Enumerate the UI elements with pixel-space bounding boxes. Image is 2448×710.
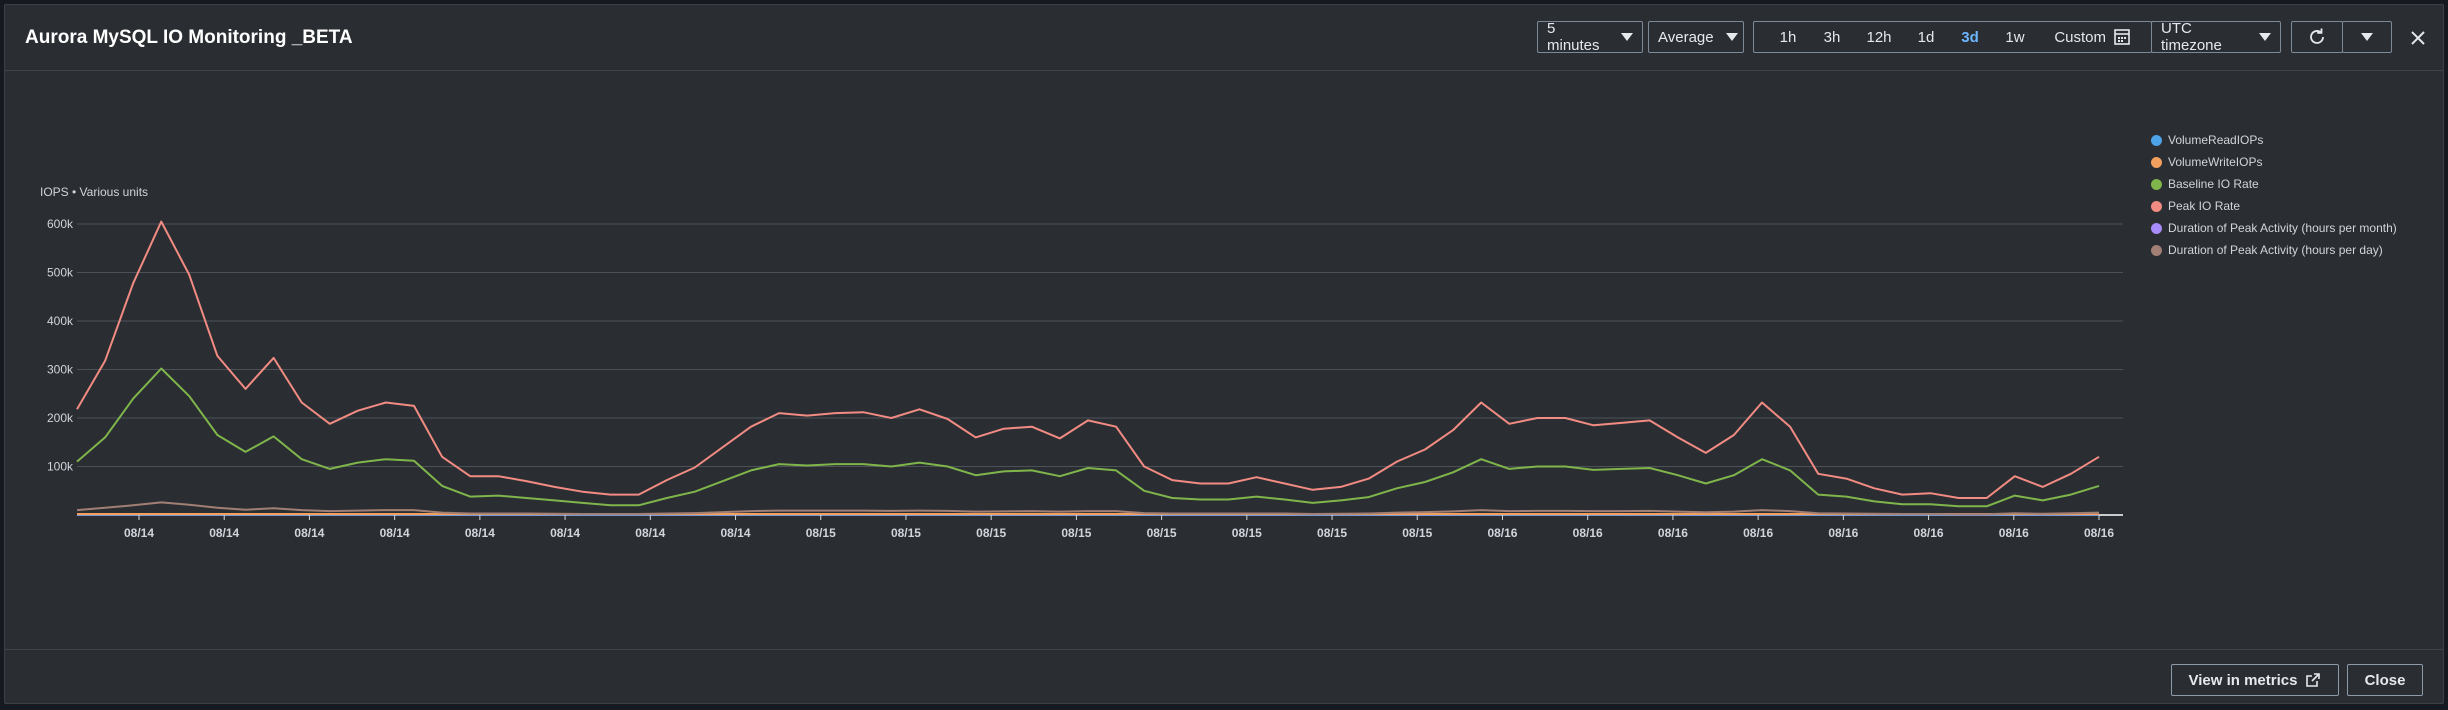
- view-in-metrics-button[interactable]: View in metrics: [2171, 664, 2339, 696]
- legend-swatch: [2151, 200, 2162, 212]
- legend-label: VolumeWriteIOPs: [2168, 155, 2263, 169]
- metrics-modal: Aurora MySQL IO Monitoring _BETA 5 minut…: [4, 4, 2444, 704]
- y-tick-label: 100k: [47, 460, 74, 474]
- refresh-options-button[interactable]: [2342, 21, 2392, 53]
- y-tick-label: 400k: [47, 314, 74, 328]
- legend-item[interactable]: Baseline IO Rate: [2151, 173, 2397, 195]
- x-tick-label: 08/15: [1061, 526, 1091, 540]
- close-button[interactable]: Close: [2347, 664, 2423, 696]
- x-tick-label: 08/16: [2084, 526, 2114, 540]
- x-tick-label: 08/14: [380, 526, 410, 540]
- x-tick-label: 08/14: [550, 526, 580, 540]
- calendar-icon[interactable]: [2112, 28, 2132, 46]
- legend-label: Duration of Peak Activity (hours per mon…: [2168, 221, 2397, 235]
- y-axis-label: IOPS • Various units: [40, 185, 148, 199]
- chevron-down-icon: [1621, 33, 1633, 41]
- series-line-duration-of-peak-activity-hours-per-day-[interactable]: [76, 501, 2100, 516]
- series-line-peak-io-rate[interactable]: [76, 220, 2100, 499]
- x-tick-label: 08/15: [1402, 526, 1432, 540]
- period-select[interactable]: 5 minutes: [1537, 20, 1643, 54]
- refresh-icon: [2310, 28, 2324, 44]
- range-1h[interactable]: 1h: [1766, 29, 1810, 46]
- timezone-value: UTC timezone: [2161, 20, 2222, 54]
- x-tick-label: 08/16: [1487, 526, 1517, 540]
- legend-label: Peak IO Rate: [2168, 199, 2241, 213]
- x-tick-label: 08/15: [1317, 526, 1347, 540]
- time-range-selector: 1h 3h 12h 1d 3d 1w Custom: [1753, 21, 2152, 53]
- refresh-button[interactable]: [2291, 21, 2343, 53]
- x-tick-label: 08/15: [806, 526, 836, 540]
- x-tick-label: 08/15: [976, 526, 1006, 540]
- x-tick-label: 08/16: [1658, 526, 1688, 540]
- x-tick-label: 08/14: [294, 526, 324, 540]
- legend-swatch: [2151, 244, 2162, 256]
- line-chart: IOPS • Various units 600k 500k 400k 300k 200…: [40, 185, 2123, 540]
- chevron-down-icon: [1725, 33, 1738, 41]
- period-value: 5 minutes: [1547, 20, 1600, 54]
- x-tick-label: 08/16: [1573, 526, 1603, 540]
- x-tick-label: 08/14: [465, 526, 495, 540]
- legend-label: Baseline IO Rate: [2168, 177, 2259, 191]
- statistic-select[interactable]: Average: [1648, 21, 1744, 53]
- x-tick-label: 08/16: [1828, 526, 1858, 540]
- legend-label: VolumeReadIOPs: [2168, 133, 2264, 147]
- legend-item[interactable]: VolumeWriteIOPs: [2151, 151, 2397, 173]
- x-tick-label: 08/14: [635, 526, 665, 540]
- external-link-icon: [2306, 673, 2321, 687]
- legend-item[interactable]: Peak IO Rate: [2151, 195, 2397, 217]
- y-tick-label: 500k: [47, 266, 74, 280]
- modal-footer: View in metrics Close: [5, 649, 2443, 705]
- chevron-down-icon: [2361, 33, 2373, 41]
- range-custom[interactable]: Custom: [2038, 29, 2106, 46]
- legend-swatch: [2151, 156, 2162, 168]
- range-3d[interactable]: 3d: [1948, 29, 1992, 46]
- chevron-down-icon: [2259, 33, 2271, 41]
- legend-swatch: [2151, 134, 2162, 146]
- x-tick-label: 08/15: [1147, 526, 1177, 540]
- range-3h[interactable]: 3h: [1810, 29, 1854, 46]
- range-12h[interactable]: 12h: [1854, 29, 1904, 46]
- chart-legend: VolumeReadIOPs VolumeWriteIOPs Baseline IO…: [2151, 129, 2397, 261]
- y-tick-label: 200k: [47, 411, 74, 425]
- x-tick-label: 08/16: [1999, 526, 2029, 540]
- legend-item[interactable]: Duration of Peak Activity (hours per mon…: [2151, 217, 2397, 239]
- legend-item[interactable]: VolumeReadIOPs: [2151, 129, 2397, 151]
- legend-label: Duration of Peak Activity (hours per day…: [2168, 243, 2383, 257]
- modal-header: Aurora MySQL IO Monitoring _BETA 5 minut…: [5, 5, 2443, 71]
- x-tick-label: 08/15: [891, 526, 921, 540]
- x-tick-label: 08/14: [721, 526, 751, 540]
- range-1d[interactable]: 1d: [1904, 29, 1948, 46]
- chart-area: IOPS • Various units 600k 500k 400k 300k 200…: [5, 71, 2443, 649]
- legend-swatch: [2151, 178, 2162, 190]
- range-1w[interactable]: 1w: [1992, 29, 2038, 46]
- y-tick-label: 300k: [47, 363, 74, 377]
- statistic-value: Average: [1658, 28, 1714, 46]
- close-icon[interactable]: [2407, 27, 2429, 49]
- close-button-label: Close: [2364, 671, 2406, 689]
- x-tick-label: 08/16: [1743, 526, 1773, 540]
- x-tick-label: 08/14: [124, 526, 154, 540]
- timezone-select[interactable]: UTC timezone: [2151, 20, 2281, 54]
- legend-swatch: [2151, 222, 2162, 234]
- y-tick-label: 600k: [47, 217, 74, 231]
- view-in-metrics-label: View in metrics: [2188, 671, 2298, 689]
- x-tick-label: 08/15: [1232, 526, 1262, 540]
- x-tick-label: 08/16: [1914, 526, 1944, 540]
- legend-item[interactable]: Duration of Peak Activity (hours per day…: [2151, 239, 2397, 261]
- x-tick-label: 08/14: [209, 526, 239, 540]
- modal-title: Aurora MySQL IO Monitoring _BETA: [25, 27, 353, 48]
